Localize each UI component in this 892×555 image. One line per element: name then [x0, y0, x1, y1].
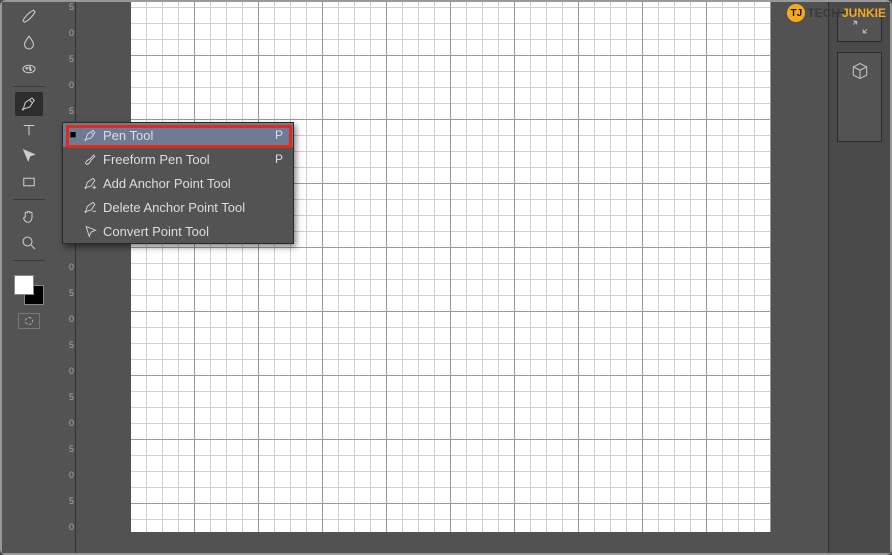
- rectangle-tool[interactable]: [15, 170, 43, 194]
- flyout-item-label: Add Anchor Point Tool: [101, 176, 269, 191]
- blur-tool[interactable]: [15, 31, 43, 55]
- flyout-item-label: Freeform Pen Tool: [101, 152, 269, 167]
- active-marker: ■: [67, 129, 79, 141]
- ruler-tick: 0: [56, 80, 75, 90]
- zoom-tool[interactable]: [15, 231, 43, 255]
- workspace: 505050550505050505050: [56, 2, 828, 553]
- convert-icon: [79, 224, 101, 239]
- watermark-badge: TJ: [787, 4, 805, 22]
- tool-divider: [13, 260, 45, 261]
- ruler-tick: 0: [56, 262, 75, 272]
- ruler-tick: 5: [56, 496, 75, 506]
- watermark-text-b: JUNKIE: [842, 6, 886, 20]
- tool-divider: [13, 86, 45, 87]
- pen-icon: [79, 128, 101, 143]
- flyout-item-label: Pen Tool: [101, 128, 269, 143]
- flyout-item-freeform-pen[interactable]: Freeform Pen ToolP: [63, 147, 293, 171]
- brush-tool[interactable]: [15, 5, 43, 29]
- flyout-item-pen[interactable]: ■ Pen ToolP: [63, 123, 293, 147]
- pen-minus-icon: [79, 200, 101, 215]
- panel-button-3d[interactable]: [837, 52, 882, 142]
- ruler-tick: 5: [56, 340, 75, 350]
- color-swatch[interactable]: [14, 275, 44, 305]
- ruler-tick: 0: [56, 522, 75, 532]
- ruler-tick: 5: [56, 392, 75, 402]
- ruler-tick: 0: [56, 418, 75, 428]
- ruler-tick: 5: [56, 54, 75, 64]
- type-tool[interactable]: [15, 118, 43, 142]
- hand-tool[interactable]: [15, 205, 43, 229]
- ruler-tick: 5: [56, 444, 75, 454]
- flyout-item-label: Delete Anchor Point Tool: [101, 200, 269, 215]
- watermark: TJ TECHJUNKIE: [787, 4, 886, 22]
- watermark-text-a: TECH: [807, 6, 840, 20]
- flyout-item-pen-plus[interactable]: Add Anchor Point Tool: [63, 171, 293, 195]
- right-panel-strip: [828, 2, 890, 553]
- ruler-tick: 0: [56, 28, 75, 38]
- flyout-item-pen-minus[interactable]: Delete Anchor Point Tool: [63, 195, 293, 219]
- ruler-tick: 5: [56, 2, 75, 12]
- flyout-item-shortcut: P: [269, 152, 283, 166]
- flyout-item-shortcut: P: [269, 128, 283, 142]
- pen-plus-icon: [79, 176, 101, 191]
- ruler-tick: 5: [56, 106, 75, 116]
- canvas[interactable]: [131, 2, 771, 532]
- tool-divider: [13, 199, 45, 200]
- ruler-tick: 5: [56, 288, 75, 298]
- path-selection-tool[interactable]: [15, 144, 43, 168]
- ruler-tick: 0: [56, 470, 75, 480]
- flyout-item-convert[interactable]: Convert Point Tool: [63, 219, 293, 243]
- quick-mask-toggle[interactable]: [18, 313, 40, 329]
- toolbox: [2, 2, 56, 553]
- vertical-ruler: 505050550505050505050: [56, 2, 76, 553]
- freeform-pen-icon: [79, 152, 101, 167]
- sponge-tool[interactable]: [15, 57, 43, 81]
- canvas-area[interactable]: [76, 2, 828, 553]
- ruler-tick: 0: [56, 314, 75, 324]
- flyout-item-label: Convert Point Tool: [101, 224, 269, 239]
- pen-tool-flyout: ■Pen ToolPFreeform Pen ToolPAdd Anchor P…: [62, 122, 294, 244]
- pen-tool[interactable]: [15, 92, 43, 116]
- foreground-color[interactable]: [14, 275, 34, 295]
- ruler-tick: 0: [56, 366, 75, 376]
